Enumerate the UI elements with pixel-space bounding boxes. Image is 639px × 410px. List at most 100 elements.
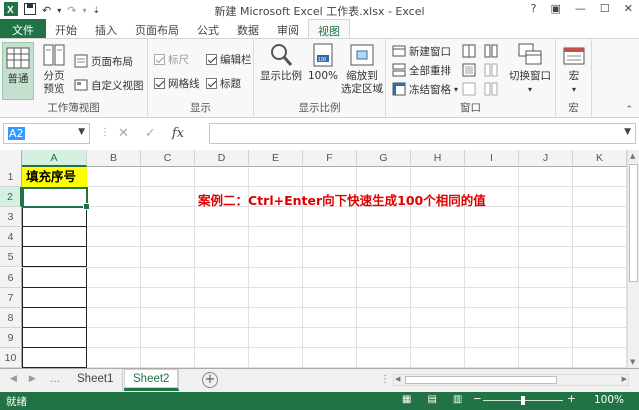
tab-split-handle[interactable]: ⋮ xyxy=(380,374,390,385)
gridlines-checkbox[interactable]: 网格线 xyxy=(154,75,200,91)
tab-review[interactable]: 审阅 xyxy=(268,19,308,38)
column-header-h[interactable]: H xyxy=(411,150,465,167)
close-icon[interactable]: ✕ xyxy=(624,2,633,15)
horizontal-scroll-thumb[interactable] xyxy=(405,376,557,384)
column-header-j[interactable]: J xyxy=(519,150,573,167)
row-header-3[interactable]: 3 xyxy=(0,207,22,228)
cell-a2-selected[interactable] xyxy=(22,187,90,210)
scroll-down-icon[interactable]: ▼ xyxy=(630,358,635,366)
row-header-6[interactable]: 6 xyxy=(0,267,22,288)
sheet-tab-sheet1[interactable]: Sheet1 xyxy=(68,369,124,391)
tab-view[interactable]: 视图 xyxy=(308,19,350,38)
tab-insert[interactable]: 插入 xyxy=(86,19,126,38)
tab-home[interactable]: 开始 xyxy=(46,19,86,38)
formula-bar-checkbox[interactable]: 编辑栏 xyxy=(206,51,252,67)
prev-sheet-icon[interactable]: ◀ xyxy=(10,374,17,384)
row-header-5[interactable]: 5 xyxy=(0,247,22,268)
vertical-scrollbar[interactable]: ▲ ▼ xyxy=(627,150,639,368)
tab-data[interactable]: 数据 xyxy=(228,19,268,38)
column-header-a[interactable]: A xyxy=(22,150,87,167)
grid-row-line xyxy=(22,286,627,288)
maximize-icon[interactable]: ☐ xyxy=(600,2,610,15)
switch-windows-button[interactable]: 切换窗口 ▾ xyxy=(506,42,554,96)
expand-formula-bar-icon[interactable]: ▼ xyxy=(624,127,631,137)
column-header-c[interactable]: C xyxy=(141,150,195,167)
column-header-f[interactable]: F xyxy=(303,150,357,167)
zoom-to-selection-button[interactable]: 缩放到 选定区域 xyxy=(340,42,384,96)
custom-views-button[interactable]: 自定义视图 xyxy=(74,77,144,93)
help-icon[interactable]: ? xyxy=(531,2,537,15)
column-header-b[interactable]: B xyxy=(87,150,141,167)
normal-view-button[interactable]: 普通 xyxy=(2,42,34,100)
arrange-all-button[interactable]: 全部重排 xyxy=(392,62,451,78)
row-header-10[interactable]: 10 xyxy=(0,347,22,368)
select-all-corner[interactable] xyxy=(0,150,22,167)
view-side-by-side-button[interactable] xyxy=(484,43,498,59)
collapse-ribbon-icon[interactable]: ⌃ xyxy=(625,105,633,115)
freeze-panes-button[interactable]: 冻结窗格 ▾ xyxy=(392,81,458,97)
page-layout-view-button[interactable]: 页面布局 xyxy=(74,53,133,69)
minimize-icon[interactable]: — xyxy=(575,2,586,15)
column-header-i[interactable]: I xyxy=(465,150,519,167)
row-header-7[interactable]: 7 xyxy=(0,287,22,308)
horizontal-scrollbar[interactable]: ◀ ▶ xyxy=(393,374,629,386)
zoom-to-selection-label-1: 缩放到 xyxy=(346,70,378,82)
next-sheet-icon[interactable]: ▶ xyxy=(29,374,36,384)
sheet-tab-sheet2[interactable]: Sheet2 xyxy=(124,369,180,391)
cell-a5-border xyxy=(22,247,87,268)
tab-page-layout[interactable]: 页面布局 xyxy=(126,19,188,38)
column-header-g[interactable]: G xyxy=(357,150,411,167)
page-layout-shortcut-icon[interactable]: ▤ xyxy=(427,394,436,405)
row-header-9[interactable]: 9 xyxy=(0,327,22,348)
ribbon-display-icon[interactable]: ▣ xyxy=(551,2,561,15)
row-header-8[interactable]: 8 xyxy=(0,307,22,328)
split-button[interactable] xyxy=(462,43,476,59)
macros-button[interactable]: 宏 ▾ xyxy=(560,42,588,96)
scroll-right-icon[interactable]: ▶ xyxy=(622,375,627,383)
zoom-slider-knob[interactable] xyxy=(521,396,525,405)
zoom-slider[interactable] xyxy=(483,396,563,405)
page-break-shortcut-icon[interactable]: ▥ xyxy=(453,394,462,405)
reset-window-position-button[interactable] xyxy=(484,81,498,97)
hide-window-icon xyxy=(462,63,476,77)
hide-window-button[interactable] xyxy=(462,62,476,78)
ruler-checkbox[interactable]: 标尺 xyxy=(154,51,189,67)
switch-windows-icon xyxy=(518,43,542,65)
row-header-1[interactable]: 1 xyxy=(0,167,22,188)
column-header-k[interactable]: K xyxy=(573,150,627,167)
formula-input[interactable]: ▼ xyxy=(209,123,636,144)
freeze-panes-icon xyxy=(392,82,406,96)
worksheet-grid[interactable]: ABCDEFGHIJK 1 2 3 4 5 6 7 8 9 10 填充序号 案例二：Ctrl+Ent… xyxy=(0,150,627,368)
formula-bar-splitter[interactable]: ⋮ xyxy=(100,127,110,138)
row-header-2[interactable]: 2 xyxy=(0,187,22,208)
split-icon xyxy=(462,44,476,58)
row-header-4[interactable]: 4 xyxy=(0,227,22,248)
grid-column-line xyxy=(194,167,195,368)
new-window-button[interactable]: 新建窗口 xyxy=(392,43,451,59)
page-break-preview-button[interactable]: 分页 预览 xyxy=(38,42,70,96)
zoom-button[interactable]: 显示比例 xyxy=(258,42,304,83)
vertical-scroll-thumb[interactable] xyxy=(629,164,638,282)
insert-function-icon[interactable]: fx xyxy=(172,126,184,141)
tab-formulas[interactable]: 公式 xyxy=(188,19,228,38)
more-sheets-icon[interactable]: … xyxy=(50,374,60,385)
unhide-window-button[interactable] xyxy=(462,81,476,97)
column-header-d[interactable]: D xyxy=(195,150,249,167)
column-header-e[interactable]: E xyxy=(249,150,303,167)
zoom-out-icon[interactable]: − xyxy=(473,393,482,405)
zoom-level[interactable]: 100% xyxy=(594,394,624,406)
tab-file[interactable]: 文件 xyxy=(0,19,46,38)
headings-checkbox[interactable]: 标题 xyxy=(206,75,241,91)
zoom-in-icon[interactable]: + xyxy=(567,393,576,405)
scroll-left-icon[interactable]: ◀ xyxy=(395,375,400,383)
cancel-icon[interactable]: ✕ xyxy=(118,126,129,141)
add-sheet-icon[interactable]: + xyxy=(202,372,218,388)
cell-a1[interactable]: 填充序号 xyxy=(22,167,87,187)
zoom-100-button[interactable]: 100 100% xyxy=(308,42,338,83)
name-box[interactable]: A2 ▼ xyxy=(3,123,90,144)
synchronous-scrolling-button[interactable] xyxy=(484,62,498,78)
enter-icon[interactable]: ✓ xyxy=(145,126,156,141)
scroll-up-icon[interactable]: ▲ xyxy=(630,152,635,160)
normal-view-shortcut-icon[interactable]: ▦ xyxy=(402,394,411,405)
name-box-dropdown-icon[interactable]: ▼ xyxy=(78,127,85,137)
